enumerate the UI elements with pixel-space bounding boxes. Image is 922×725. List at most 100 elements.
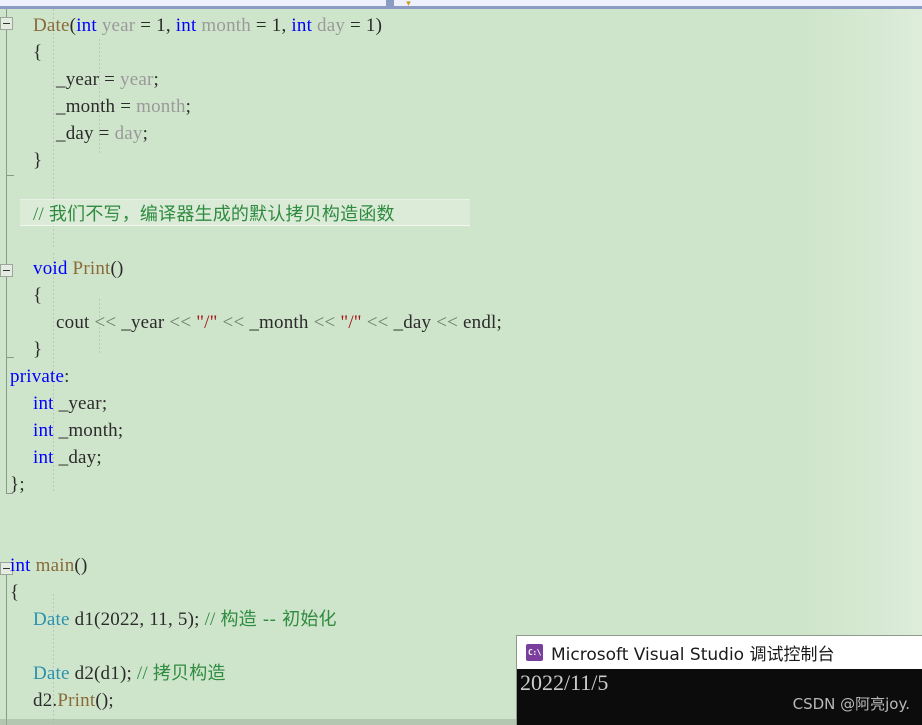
code-token: ; bbox=[101, 393, 108, 414]
code-token: private bbox=[10, 366, 65, 387]
code-token: _day bbox=[53, 447, 97, 468]
code-line: }; bbox=[10, 471, 25, 498]
code-token: // bbox=[33, 204, 49, 225]
code-token: << bbox=[436, 312, 459, 333]
code-token: year bbox=[120, 69, 154, 90]
console-app-icon: C:\ bbox=[526, 644, 543, 661]
code-token: d2 bbox=[69, 663, 95, 684]
code-token: Date bbox=[33, 609, 70, 630]
code-token: () bbox=[74, 555, 88, 576]
code-line: Date d2(d1); // 拷贝构造 bbox=[33, 660, 226, 687]
code-line: void Print() bbox=[33, 255, 124, 282]
code-token: // bbox=[136, 663, 153, 684]
code-token: Date bbox=[33, 15, 70, 36]
code-token: int bbox=[76, 15, 97, 36]
code-text-area[interactable]: Date(int year = 1, int month = 1, int da… bbox=[0, 9, 922, 725]
csdn-watermark: CSDN @阿亮joy. bbox=[792, 695, 910, 713]
code-token: _day bbox=[56, 123, 94, 144]
code-token: << bbox=[94, 312, 117, 333]
code-token: , bbox=[165, 15, 176, 36]
code-token: int bbox=[291, 15, 313, 36]
code-token: << bbox=[222, 312, 245, 333]
code-token: // bbox=[204, 609, 221, 630]
code-token: }; bbox=[10, 474, 25, 495]
code-token: Date bbox=[33, 663, 70, 684]
code-token: void bbox=[33, 258, 68, 279]
code-line: } bbox=[33, 336, 42, 363]
code-token: << bbox=[366, 312, 389, 333]
code-line: cout << _year << "/" << _month << "/" <<… bbox=[56, 309, 502, 336]
code-token: Print bbox=[57, 690, 96, 711]
code-line: d2.Print(); bbox=[33, 687, 114, 714]
code-token: 构造 -- 初始化 bbox=[220, 609, 337, 630]
console-title-bar[interactable]: C:\ Microsoft Visual Studio 调试控制台 bbox=[517, 636, 922, 669]
code-token: 5 bbox=[177, 609, 188, 630]
code-token: 1 bbox=[365, 15, 376, 36]
debug-console-window[interactable]: C:\ Microsoft Visual Studio 调试控制台 2022/1… bbox=[517, 636, 922, 725]
code-token: (); bbox=[95, 690, 114, 711]
code-line: _month = month; bbox=[56, 93, 191, 120]
code-line: private: bbox=[10, 363, 70, 390]
code-token: endl bbox=[458, 312, 497, 333]
code-token: _month bbox=[244, 312, 314, 333]
code-token: } bbox=[33, 339, 43, 360]
code-token: = bbox=[135, 15, 157, 36]
code-token: int bbox=[10, 555, 31, 576]
code-line: Date(int year = 1, int month = 1, int da… bbox=[33, 12, 382, 39]
code-token: = bbox=[250, 15, 272, 36]
code-token: int bbox=[175, 15, 197, 36]
code-token: _year bbox=[116, 312, 170, 333]
code-line: _day = day; bbox=[56, 120, 148, 147]
code-line: // 我们不写，编译器生成的默认拷贝构造函数 bbox=[33, 201, 395, 228]
code-token: = bbox=[99, 69, 121, 90]
code-editor-surface[interactable]: Date(int year = 1, int month = 1, int da… bbox=[0, 9, 922, 725]
code-token: 1 bbox=[156, 15, 166, 36]
code-token: ; bbox=[153, 69, 160, 90]
code-token: day bbox=[114, 123, 143, 144]
code-token: ; bbox=[117, 420, 124, 441]
code-line: Date d1(2022, 11, 5); // 构造 -- 初始化 bbox=[33, 606, 337, 633]
code-line: { bbox=[10, 579, 19, 606]
code-token: { bbox=[33, 285, 43, 306]
code-token: = bbox=[115, 96, 137, 117]
code-line: int main() bbox=[10, 552, 87, 579]
code-line: { bbox=[33, 282, 42, 309]
code-line: int _year; bbox=[33, 390, 107, 417]
code-token: _month bbox=[53, 420, 118, 441]
code-line: int _month; bbox=[33, 417, 123, 444]
code-token: _year bbox=[53, 393, 102, 414]
code-token: 11 bbox=[149, 609, 168, 630]
code-token: Print bbox=[72, 258, 111, 279]
code-token: = bbox=[345, 15, 366, 36]
code-token: "/" bbox=[196, 312, 218, 333]
code-token: { bbox=[10, 582, 20, 603]
code-line: { bbox=[33, 39, 42, 66]
code-token: int bbox=[33, 447, 54, 468]
code-token: d1 bbox=[69, 609, 95, 630]
code-token: _year bbox=[56, 69, 100, 90]
code-token: day bbox=[317, 15, 346, 36]
code-token: ; bbox=[96, 447, 102, 468]
code-token: ; bbox=[496, 312, 502, 333]
console-title-text: Microsoft Visual Studio 调试控制台 bbox=[551, 645, 835, 665]
code-token: "/" bbox=[340, 312, 362, 333]
code-line: int _day; bbox=[33, 444, 102, 471]
code-token: = bbox=[93, 123, 115, 144]
visual-studio-editor-window: ▾ Date(int year = 1, int month = 1, int … bbox=[0, 0, 922, 725]
code-token: month bbox=[136, 96, 186, 117]
code-token: main bbox=[35, 555, 75, 576]
code-token: : bbox=[64, 366, 70, 387]
console-output-line: 2022/11/5 bbox=[520, 670, 609, 695]
code-token: ; bbox=[142, 123, 149, 144]
code-token: , bbox=[139, 609, 150, 630]
code-token: ; bbox=[185, 96, 192, 117]
code-token: ) bbox=[375, 15, 383, 36]
code-line: _year = year; bbox=[56, 66, 159, 93]
console-output-area[interactable]: 2022/11/5 CSDN @阿亮joy. bbox=[517, 669, 922, 725]
code-token: int bbox=[33, 393, 54, 414]
code-token: () bbox=[110, 258, 124, 279]
code-token: } bbox=[33, 150, 43, 171]
editor-top-splitter-strip: ▾ bbox=[0, 0, 922, 9]
code-token: month bbox=[201, 15, 251, 36]
code-token: 2022 bbox=[100, 609, 140, 630]
